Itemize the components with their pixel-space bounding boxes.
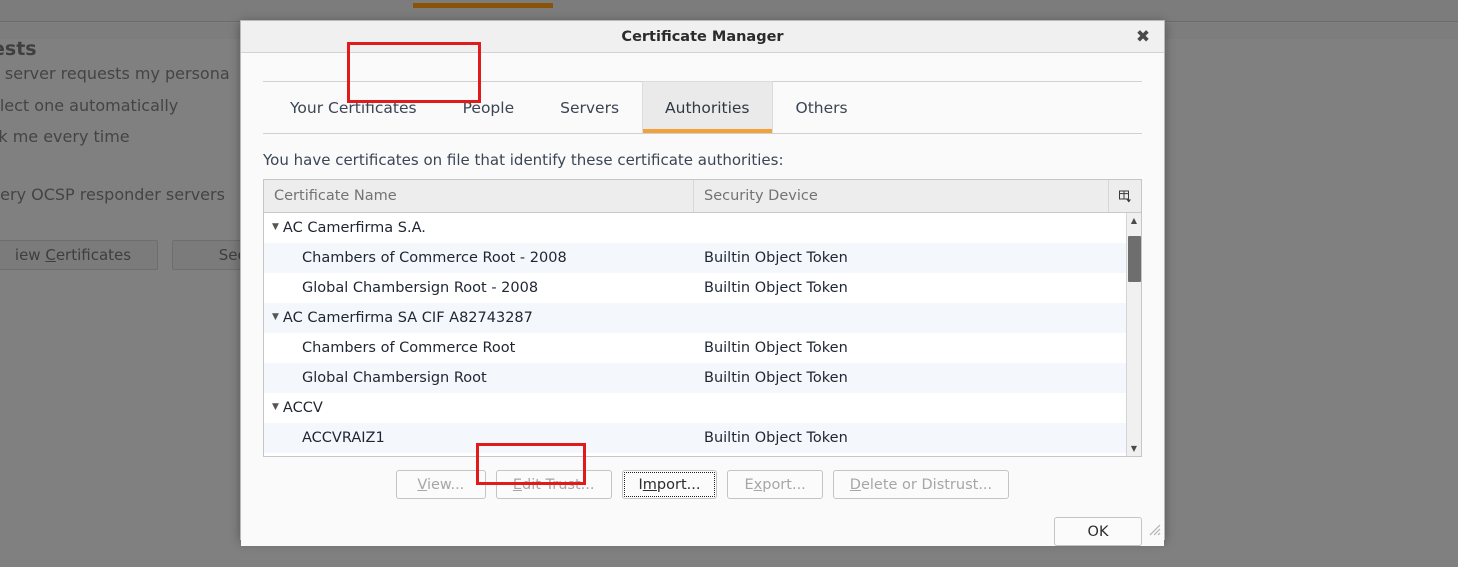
cell-certificate-name: ACCVRAIZ1	[302, 430, 385, 446]
dialog-titlebar: Certificate Manager ✖	[241, 21, 1164, 53]
scroll-down-icon[interactable]: ▼	[1127, 441, 1142, 456]
group-label: AC Camerfirma SA CIF A82743287	[282, 310, 533, 326]
tab-others-label: Others	[795, 98, 848, 117]
delete-or-distrust-button[interactable]: Delete or Distrust...	[832, 470, 1010, 499]
import-button-label: Import...	[638, 476, 701, 493]
view-certificates-label: iew Certificates	[14, 246, 132, 264]
action-button-row: View... Edit Trust... Import... Export..…	[263, 470, 1142, 499]
tab-authorities-label: Authorities	[665, 98, 750, 117]
table-body[interactable]: ▼ AC Camerfirma S.A. Chambers of Commerce …	[264, 213, 1126, 456]
cell-certificate-name: ▼ AC Camerfirma S.A.	[264, 220, 694, 236]
browser-tab-strip	[0, 0, 1458, 22]
tab-bar: Your Certificates People Servers Authori…	[263, 81, 1142, 134]
view-button-label: View...	[417, 476, 465, 493]
table-row[interactable]: Global Chambersign Root - 2008 Builtin Ob…	[264, 273, 1126, 303]
table-vertical-scrollbar[interactable]: ▲ ▼	[1126, 213, 1141, 456]
scrollbar-track[interactable]	[1127, 228, 1142, 441]
tab-your-certificates[interactable]: Your Certificates	[267, 81, 440, 134]
view-certificates-button[interactable]: iew Certificates	[0, 240, 158, 270]
tab-people[interactable]: People	[440, 81, 538, 134]
cell-certificate-name: Chambers of Commerce Root - 2008	[302, 250, 567, 266]
column-header-certificate-name[interactable]: Certificate Name	[264, 180, 694, 212]
tab-your-certificates-label: Your Certificates	[290, 98, 417, 117]
cell-certificate-name: Chambers of Commerce Root	[302, 340, 516, 356]
delete-or-distrust-button-label: Delete or Distrust...	[849, 476, 993, 493]
table-body-wrap: ▼ AC Camerfirma S.A. Chambers of Commerce …	[264, 213, 1141, 456]
table-row[interactable]: Chambers of Commerce Root - 2008 Builtin …	[264, 243, 1126, 273]
dialog-description: You have certificates on file that ident…	[263, 151, 784, 169]
tab-servers[interactable]: Servers	[537, 81, 642, 134]
tab-others[interactable]: Others	[773, 81, 871, 134]
tab-servers-label: Servers	[560, 98, 620, 117]
tab-people-label: People	[462, 98, 515, 117]
cell-security-device: Builtin Object Token	[704, 280, 848, 296]
tabbar-bottom-rule	[263, 133, 1142, 134]
cell-certificate-name: ▼ ACCV	[264, 400, 694, 416]
chevron-down-icon[interactable]: ▼	[272, 312, 279, 322]
chevron-down-icon[interactable]: ▼	[272, 222, 279, 232]
edit-trust-button-label: Edit Trust...	[512, 476, 595, 493]
export-button[interactable]: Export...	[727, 470, 823, 499]
table-header-row: Certificate Name Security Device	[264, 180, 1141, 213]
tab-authorities[interactable]: Authorities	[642, 81, 773, 134]
column-picker-icon[interactable]	[1109, 180, 1141, 212]
scroll-up-icon[interactable]: ▲	[1127, 213, 1142, 228]
cell-security-device: Builtin Object Token	[704, 430, 848, 446]
close-icon[interactable]: ✖	[1128, 21, 1158, 53]
table-row[interactable]: Global Chambersign Root Builtin Object To…	[264, 363, 1126, 393]
certificates-table: Certificate Name Security Device ▼ AC Cam…	[263, 179, 1142, 457]
export-button-label: Export...	[744, 476, 806, 493]
import-button[interactable]: Import...	[621, 470, 718, 499]
table-row[interactable]: ACCVRAIZ1 Builtin Object Token	[264, 423, 1126, 453]
preferences-line-1: a server requests my persona	[0, 64, 230, 83]
scrollbar-thumb[interactable]	[1127, 236, 1141, 282]
cell-certificate-name: Global Chambersign Root	[302, 370, 487, 386]
table-group-row[interactable]: ▼ AC Camerfirma SA CIF A82743287	[264, 303, 1126, 333]
edit-trust-button[interactable]: Edit Trust...	[495, 470, 612, 499]
table-group-row[interactable]: ▼ ACCV	[264, 393, 1126, 423]
ok-button[interactable]: OK	[1054, 517, 1142, 546]
preferences-line-4: uery OCSP responder servers	[0, 185, 225, 204]
certificate-manager-dialog: Certificate Manager ✖ Your Certificates …	[240, 20, 1165, 546]
cell-security-device: Builtin Object Token	[704, 250, 848, 266]
browser-active-tab	[413, 0, 553, 22]
dialog-footer: OK	[263, 517, 1142, 546]
column-header-security-device[interactable]: Security Device	[694, 180, 1109, 212]
view-button[interactable]: View...	[395, 470, 486, 499]
cell-certificate-name: Global Chambersign Root - 2008	[302, 280, 539, 296]
table-group-row[interactable]: ▼ AC Camerfirma S.A.	[264, 213, 1126, 243]
cell-security-device: Builtin Object Token	[704, 370, 848, 386]
group-label: AC Camerfirma S.A.	[282, 220, 426, 236]
dialog-body: Your Certificates People Servers Authori…	[241, 53, 1164, 546]
group-label: ACCV	[282, 400, 323, 416]
chevron-down-icon[interactable]: ▼	[272, 402, 279, 412]
preferences-section-heading: ests	[0, 38, 37, 60]
preferences-line-3: sk me every time	[0, 127, 130, 146]
ok-button-label: OK	[1087, 523, 1109, 540]
preferences-line-2: elect one automatically	[0, 96, 179, 115]
cell-certificate-name: ▼ AC Camerfirma SA CIF A82743287	[264, 310, 694, 326]
cell-security-device: Builtin Object Token	[704, 340, 848, 356]
table-row[interactable]: Chambers of Commerce Root Builtin Object …	[264, 333, 1126, 363]
dialog-title: Certificate Manager	[621, 28, 784, 45]
